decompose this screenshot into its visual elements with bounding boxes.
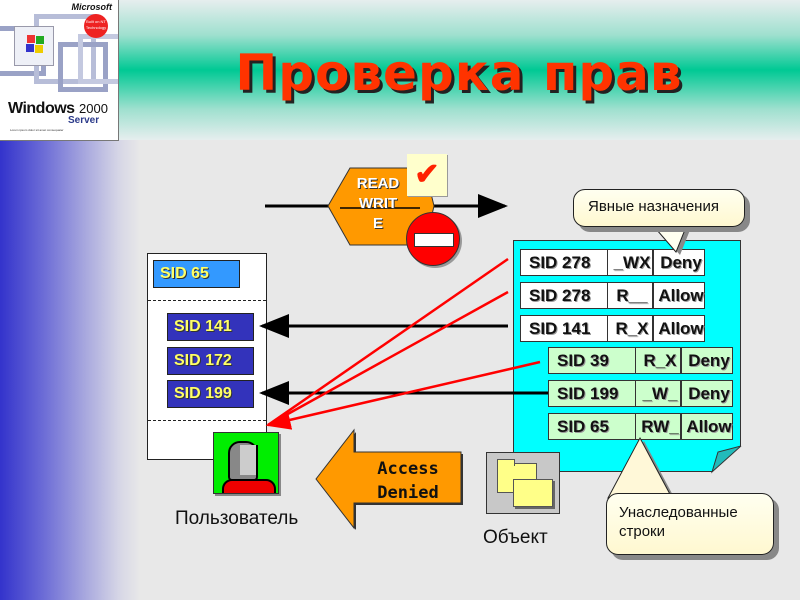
logo-tagline: Lorem ipsum dolor sit amet consequater	[10, 128, 64, 132]
user-label: Пользователь	[175, 508, 299, 529]
explicit-ace-type: Deny	[653, 249, 705, 276]
nt-badge-text: Built on NT Technology	[85, 19, 107, 30]
inherited-aces-callout-line2: строки	[619, 523, 665, 540]
explicit-ace-sid: SID 278	[520, 249, 608, 276]
inherited-ace-type: Allow	[681, 413, 733, 440]
logo-brand: Microsoft	[71, 2, 113, 12]
inherited-ace-sid: SID 39	[548, 347, 636, 374]
logo-edition: Server	[68, 115, 100, 126]
access-denied-line2: Denied	[377, 483, 439, 503]
inherited-ace-type: Deny	[681, 380, 733, 407]
explicit-ace-type: Allow	[653, 282, 705, 309]
checkmark-icon: ✔	[407, 154, 447, 196]
user-group-sid: SID 199	[167, 380, 254, 408]
inherited-ace-rights: R_X	[635, 347, 681, 374]
left-gradient-band	[0, 140, 140, 600]
logo-version: 2000	[79, 101, 108, 116]
eval-line-1	[267, 257, 509, 427]
user-group-sid: SID 141	[167, 313, 254, 341]
access-denied-line1: Access	[377, 459, 439, 479]
nt-badge-icon: Built on NT Technology	[84, 14, 108, 38]
folder-icon	[486, 452, 560, 514]
token-divider-top	[148, 300, 266, 301]
explicit-ace-sid: SID 141	[520, 315, 608, 342]
access-denied-text: Access Denied	[358, 457, 458, 505]
inherited-ace-rights: _W_	[635, 380, 681, 407]
no-entry-icon	[406, 212, 460, 266]
inherited-ace-sid: SID 199	[548, 380, 636, 407]
logo-product: Windows	[8, 100, 75, 117]
inherited-aces-callout: Унаследованные строки	[606, 493, 774, 555]
user-head-icon	[213, 432, 279, 494]
right-write-cont: E	[372, 215, 383, 232]
token-divider-bottom	[148, 420, 266, 421]
request-rights: READ WRIT E	[348, 174, 408, 234]
object-label: Объект	[483, 527, 548, 548]
user-group-sid: SID 172	[167, 347, 254, 375]
inherited-aces-callout-line1: Унаследованные	[619, 504, 738, 521]
inherited-ace-type: Deny	[681, 347, 733, 374]
explicit-ace-rights: R_X	[607, 315, 653, 342]
inherited-ace-sid: SID 65	[548, 413, 636, 440]
explicit-ace-type: Allow	[653, 315, 705, 342]
explicit-aces-callout: Явные назначения	[573, 189, 745, 227]
slide-title: Проверка прав	[235, 44, 683, 102]
eval-line-2	[267, 290, 509, 427]
explicit-aces-callout-text: Явные назначения	[588, 198, 719, 215]
inherited-ace-rights: RW_	[635, 413, 681, 440]
explicit-ace-sid: SID 278	[520, 282, 608, 309]
explicit-ace-rights: _WX	[607, 249, 653, 276]
explicit-ace-rights: R__	[607, 282, 653, 309]
right-write: WRIT	[358, 195, 398, 212]
eval-line-3	[265, 360, 541, 430]
user-primary-sid: SID 65	[153, 260, 240, 288]
right-read: READ	[356, 175, 400, 192]
